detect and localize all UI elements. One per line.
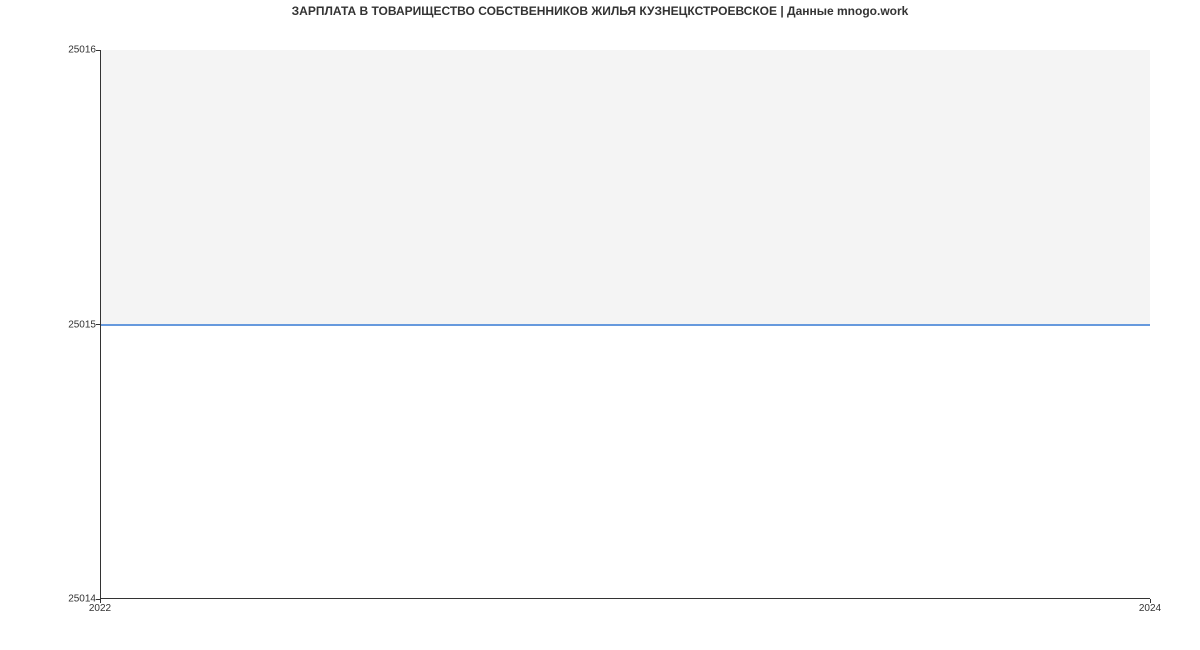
x-tick-mark [100, 599, 101, 603]
chart-title: ЗАРПЛАТА В ТОВАРИЩЕСТВО СОБСТВЕННИКОВ ЖИ… [0, 4, 1200, 18]
x-tick-label: 2024 [1139, 603, 1161, 614]
data-line [101, 324, 1150, 326]
y-tick-label: 25016 [68, 45, 96, 56]
x-tick-mark [1150, 599, 1151, 603]
x-tick-label: 2022 [89, 603, 111, 614]
shaded-area [101, 50, 1150, 325]
y-tick-label: 25015 [68, 319, 96, 330]
chart-container: ЗАРПЛАТА В ТОВАРИЩЕСТВО СОБСТВЕННИКОВ ЖИ… [0, 0, 1200, 650]
plot-area [100, 50, 1150, 599]
